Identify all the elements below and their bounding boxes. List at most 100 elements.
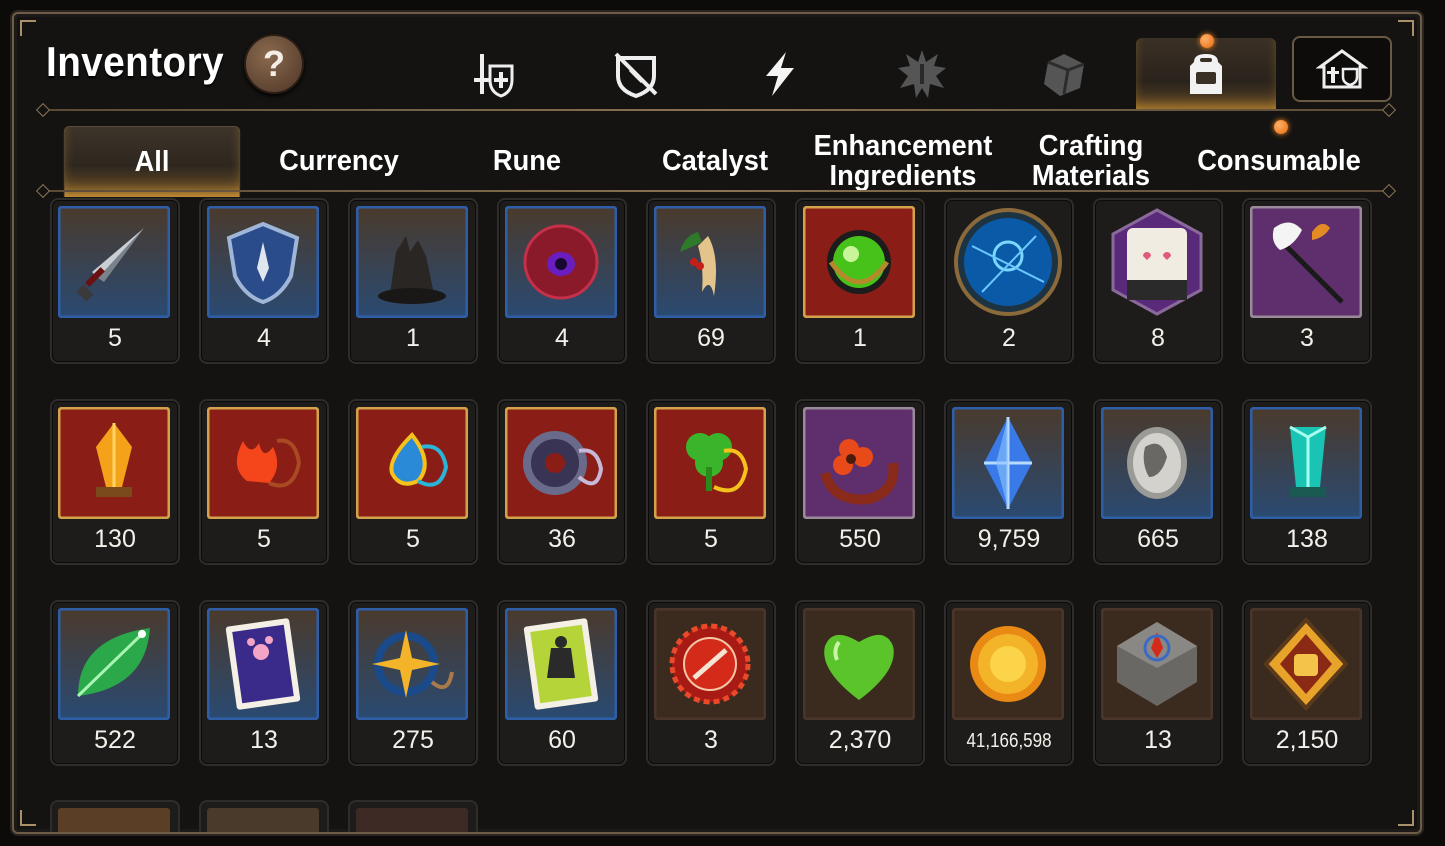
sword-icon [58, 206, 170, 318]
item-slot[interactable]: 5 [348, 399, 478, 565]
item-icon [207, 808, 319, 832]
item-slot[interactable]: 5 [199, 399, 329, 565]
subtab-enhancement-ingredients[interactable]: Enhancement Ingredients [814, 126, 993, 196]
teal-crystal-icon [1250, 407, 1362, 519]
item-slot[interactable]: 13 [199, 600, 329, 766]
item-slot[interactable]: 138 [1242, 399, 1372, 565]
item-slot[interactable]: 41,166,598 [944, 600, 1074, 766]
tab-equipment[interactable] [464, 44, 524, 104]
notification-dot [1274, 120, 1288, 134]
item-slot[interactable]: 275 [348, 600, 478, 766]
subtab-catalyst[interactable]: Catalyst [628, 126, 803, 196]
item-count: 13 [1144, 726, 1172, 754]
tab-broken-gear[interactable] [606, 44, 666, 104]
help-button[interactable]: ? [244, 34, 304, 94]
red-medal-icon [654, 608, 766, 720]
tab-backpack[interactable] [1176, 44, 1236, 104]
pet-food-bag-icon [1101, 206, 1213, 318]
divider-ornament [1381, 183, 1397, 199]
star-amulet-icon [356, 608, 468, 720]
item-slot[interactable]: 665 [1093, 399, 1223, 565]
shield-icon [207, 206, 319, 318]
item-count: 5 [704, 525, 718, 553]
item-count: 550 [839, 525, 881, 553]
item-slot-partial[interactable] [199, 800, 329, 832]
item-count: 665 [1137, 525, 1179, 553]
header-divider [42, 109, 1392, 111]
item-count: 5 [406, 525, 420, 553]
divider-ornament [35, 183, 51, 199]
subtab-consumable[interactable]: Consumable [1192, 126, 1367, 196]
subtab-label: Catalyst [661, 145, 769, 177]
lightning-icon [766, 52, 794, 96]
subtab-rune[interactable]: Rune [440, 126, 615, 196]
backpack-icon [1190, 54, 1222, 94]
item-slot[interactable]: 69 [646, 198, 776, 364]
paw-ticket-icon [207, 608, 319, 720]
item-slot[interactable]: 13 [1093, 600, 1223, 766]
tab-cube[interactable] [1034, 44, 1094, 104]
subtab-divider [42, 190, 1392, 192]
gold-coin-icon [952, 608, 1064, 720]
item-slot[interactable]: 2,150 [1242, 600, 1372, 766]
item-count: 41,166,598 [966, 730, 1052, 752]
item-slot[interactable]: 5 [50, 198, 180, 364]
item-slot[interactable]: 3 [1242, 198, 1372, 364]
item-slot[interactable]: 3 [646, 600, 776, 766]
item-slot[interactable]: 5 [646, 399, 776, 565]
item-count: 4 [257, 324, 271, 352]
stone-compass-icon [1101, 608, 1213, 720]
item-count: 130 [94, 525, 136, 553]
item-count: 5 [108, 324, 122, 352]
item-count: 275 [392, 726, 434, 754]
item-slot[interactable]: 4 [199, 198, 329, 364]
burnt-stump-icon [356, 206, 468, 318]
item-slot[interactable]: 36 [497, 399, 627, 565]
clover-pendant-icon [654, 407, 766, 519]
item-count: 8 [1151, 324, 1165, 352]
item-icon [356, 808, 468, 832]
item-slot[interactable]: 2,370 [795, 600, 925, 766]
blue-crystal-icon [952, 407, 1064, 519]
storage-button[interactable] [1292, 36, 1392, 102]
item-slot[interactable]: 4 [497, 198, 627, 364]
item-count: 1 [853, 324, 867, 352]
item-slot[interactable]: 1 [795, 198, 925, 364]
notification-dot [1200, 34, 1214, 48]
subtab-all[interactable]: All [63, 126, 241, 197]
item-count: 2 [1002, 324, 1016, 352]
cube-icon [1044, 54, 1085, 96]
item-slot[interactable]: 60 [497, 600, 627, 766]
item-count: 3 [704, 726, 718, 754]
item-slot[interactable]: 8 [1093, 198, 1223, 364]
item-count: 138 [1286, 525, 1328, 553]
item-slot[interactable]: 130 [50, 399, 180, 565]
item-slot[interactable]: 9,759 [944, 399, 1074, 565]
subtab-label: Crafting Materials [1031, 130, 1151, 192]
divider-ornament [1381, 102, 1397, 118]
item-count: 3 [1300, 324, 1314, 352]
item-slot[interactable]: 2 [944, 198, 1074, 364]
item-slot-partial[interactable] [50, 800, 180, 832]
sword-shield-icon [474, 54, 514, 98]
item-slot[interactable]: 1 [348, 198, 478, 364]
item-count: 522 [94, 726, 136, 754]
feather-wand-icon [1250, 206, 1362, 318]
item-slot-partial[interactable] [348, 800, 478, 832]
blue-rune-disc-icon [952, 206, 1064, 318]
ginseng-root-icon [654, 206, 766, 318]
item-slot[interactable]: 550 [795, 399, 925, 565]
frame-corner [20, 20, 36, 36]
item-slot[interactable]: 522 [50, 600, 180, 766]
flame-pendant-icon [207, 407, 319, 519]
subtab-crafting-materials[interactable]: Crafting Materials [1004, 126, 1179, 196]
ring-pendant-icon [505, 407, 617, 519]
tab-emblem[interactable] [892, 44, 952, 104]
item-count: 9,759 [977, 525, 1041, 553]
frame-corner [1398, 810, 1414, 826]
subtab-label: Consumable [1197, 145, 1361, 177]
item-count: 5 [257, 525, 271, 553]
tab-energy[interactable] [750, 44, 810, 104]
subtab-currency[interactable]: Currency [252, 126, 427, 196]
broken-shield-icon [614, 52, 658, 99]
